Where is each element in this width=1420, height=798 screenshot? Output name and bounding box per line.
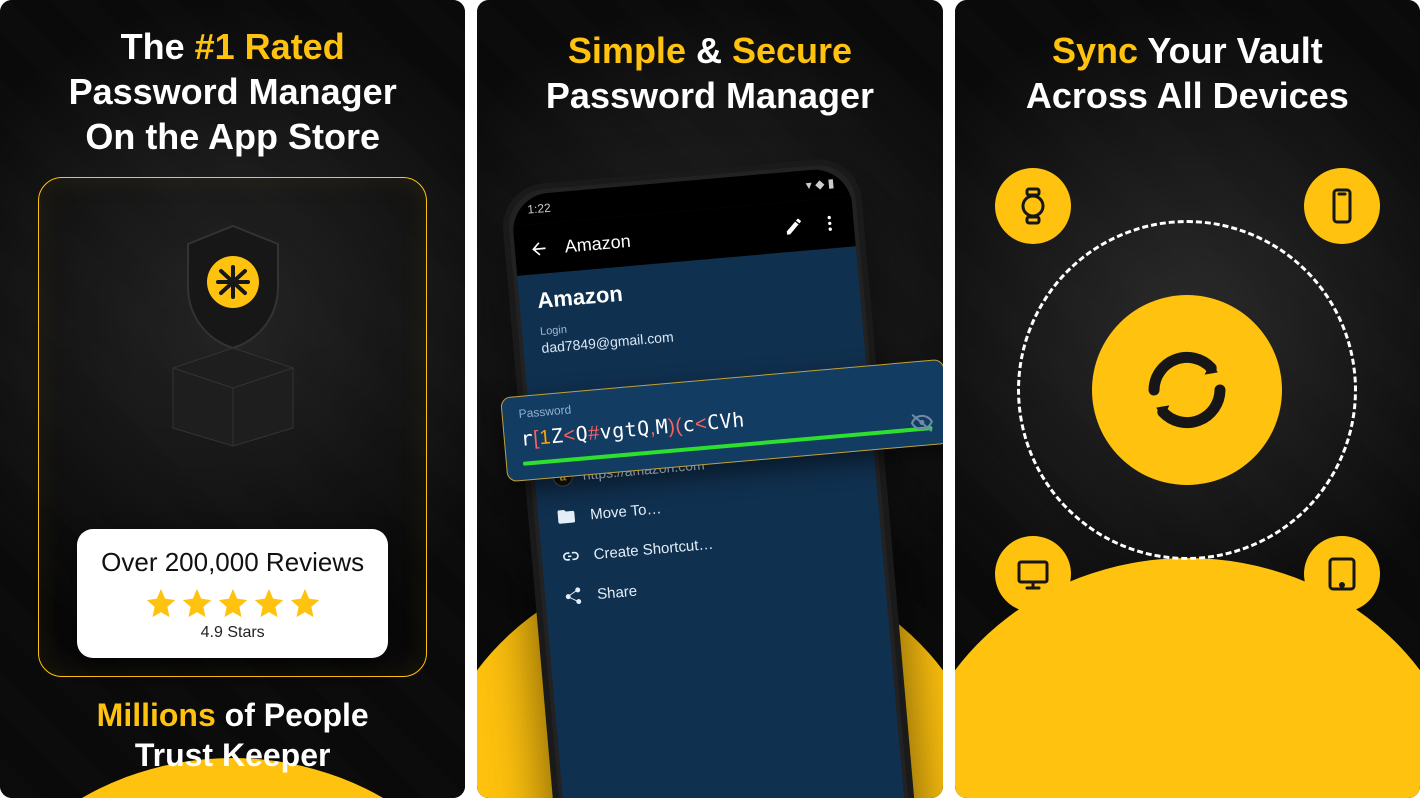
device-watch <box>995 168 1071 244</box>
panel-sync: Sync Your Vault Across All Devices <box>955 0 1420 798</box>
create-shortcut-row[interactable]: Create Shortcut… <box>559 521 864 567</box>
pedestal-block-icon <box>148 338 318 448</box>
text: On the App Store <box>85 116 380 157</box>
footer-p1: Millions of People Trust Keeper <box>0 695 465 775</box>
share-row[interactable]: Share <box>562 561 867 607</box>
edit-icon[interactable] <box>783 216 805 238</box>
text: Your Vault <box>1138 30 1323 71</box>
star-icon <box>252 586 286 620</box>
sync-center <box>1092 295 1282 485</box>
action-label: Create Shortcut… <box>593 535 714 562</box>
text: Password Manager <box>69 71 397 112</box>
tablet-icon <box>1322 554 1362 594</box>
back-icon[interactable] <box>528 238 550 260</box>
headline-p1: The #1 Rated Password Manager On the App… <box>0 0 465 171</box>
accent-text: #1 Rated <box>195 26 345 67</box>
more-icon[interactable] <box>819 213 841 235</box>
shield-icon <box>178 222 288 352</box>
star-icon <box>180 586 214 620</box>
accent-text: Sync <box>1052 30 1138 71</box>
text: Password Manager <box>546 75 874 116</box>
device-phone <box>1304 168 1380 244</box>
panel-rated: The #1 Rated Password Manager On the App… <box>0 0 465 798</box>
desktop-icon <box>1013 554 1053 594</box>
text: The <box>121 26 195 67</box>
rating-text: 4.9 Stars <box>93 624 372 642</box>
phone-icon <box>1322 186 1362 226</box>
text: Trust <box>135 737 222 773</box>
folder-icon <box>555 506 577 528</box>
link-icon <box>559 545 581 567</box>
appbar-title: Amazon <box>564 230 632 257</box>
accent-text: Secure <box>732 30 852 71</box>
share-icon <box>562 585 584 607</box>
star-rating <box>93 586 372 620</box>
visibility-off-icon[interactable] <box>910 410 936 436</box>
watch-icon <box>1013 186 1053 226</box>
action-label: Move To… <box>589 500 662 523</box>
panel-simple-secure: Simple & Secure Password Manager 1:22 ▾ … <box>477 0 942 798</box>
brand-name: Keeper <box>222 737 331 773</box>
phone-screen: 1:22 ▾ ◆ ▮ Amazon Amazon Login dad7849@g… <box>510 167 910 798</box>
text: of People <box>216 697 369 733</box>
star-icon <box>216 586 250 620</box>
shield-pedestal <box>148 222 318 448</box>
accent-text: Simple <box>568 30 686 71</box>
sync-icon <box>1132 335 1242 445</box>
showcase-card: Over 200,000 Reviews 4.9 Stars <box>38 177 427 677</box>
device-desktop <box>995 536 1071 612</box>
action-label: Share <box>596 582 637 602</box>
star-icon <box>288 586 322 620</box>
text: Across All Devices <box>1026 75 1349 116</box>
time-text: 1:22 <box>527 201 551 217</box>
text: & <box>686 30 732 71</box>
reviews-title: Over 200,000 Reviews <box>93 547 372 578</box>
headline-p3: Sync Your Vault Across All Devices <box>955 0 1420 130</box>
status-icons: ▾ ◆ ▮ <box>805 176 835 192</box>
reviews-card: Over 200,000 Reviews 4.9 Stars <box>77 529 388 658</box>
star-icon <box>144 586 178 620</box>
move-to-row[interactable]: Move To… <box>555 481 860 527</box>
accent-text: Millions <box>97 697 216 733</box>
headline-p2: Simple & Secure Password Manager <box>477 0 942 130</box>
device-tablet <box>1304 536 1380 612</box>
sync-diagram <box>955 160 1420 620</box>
